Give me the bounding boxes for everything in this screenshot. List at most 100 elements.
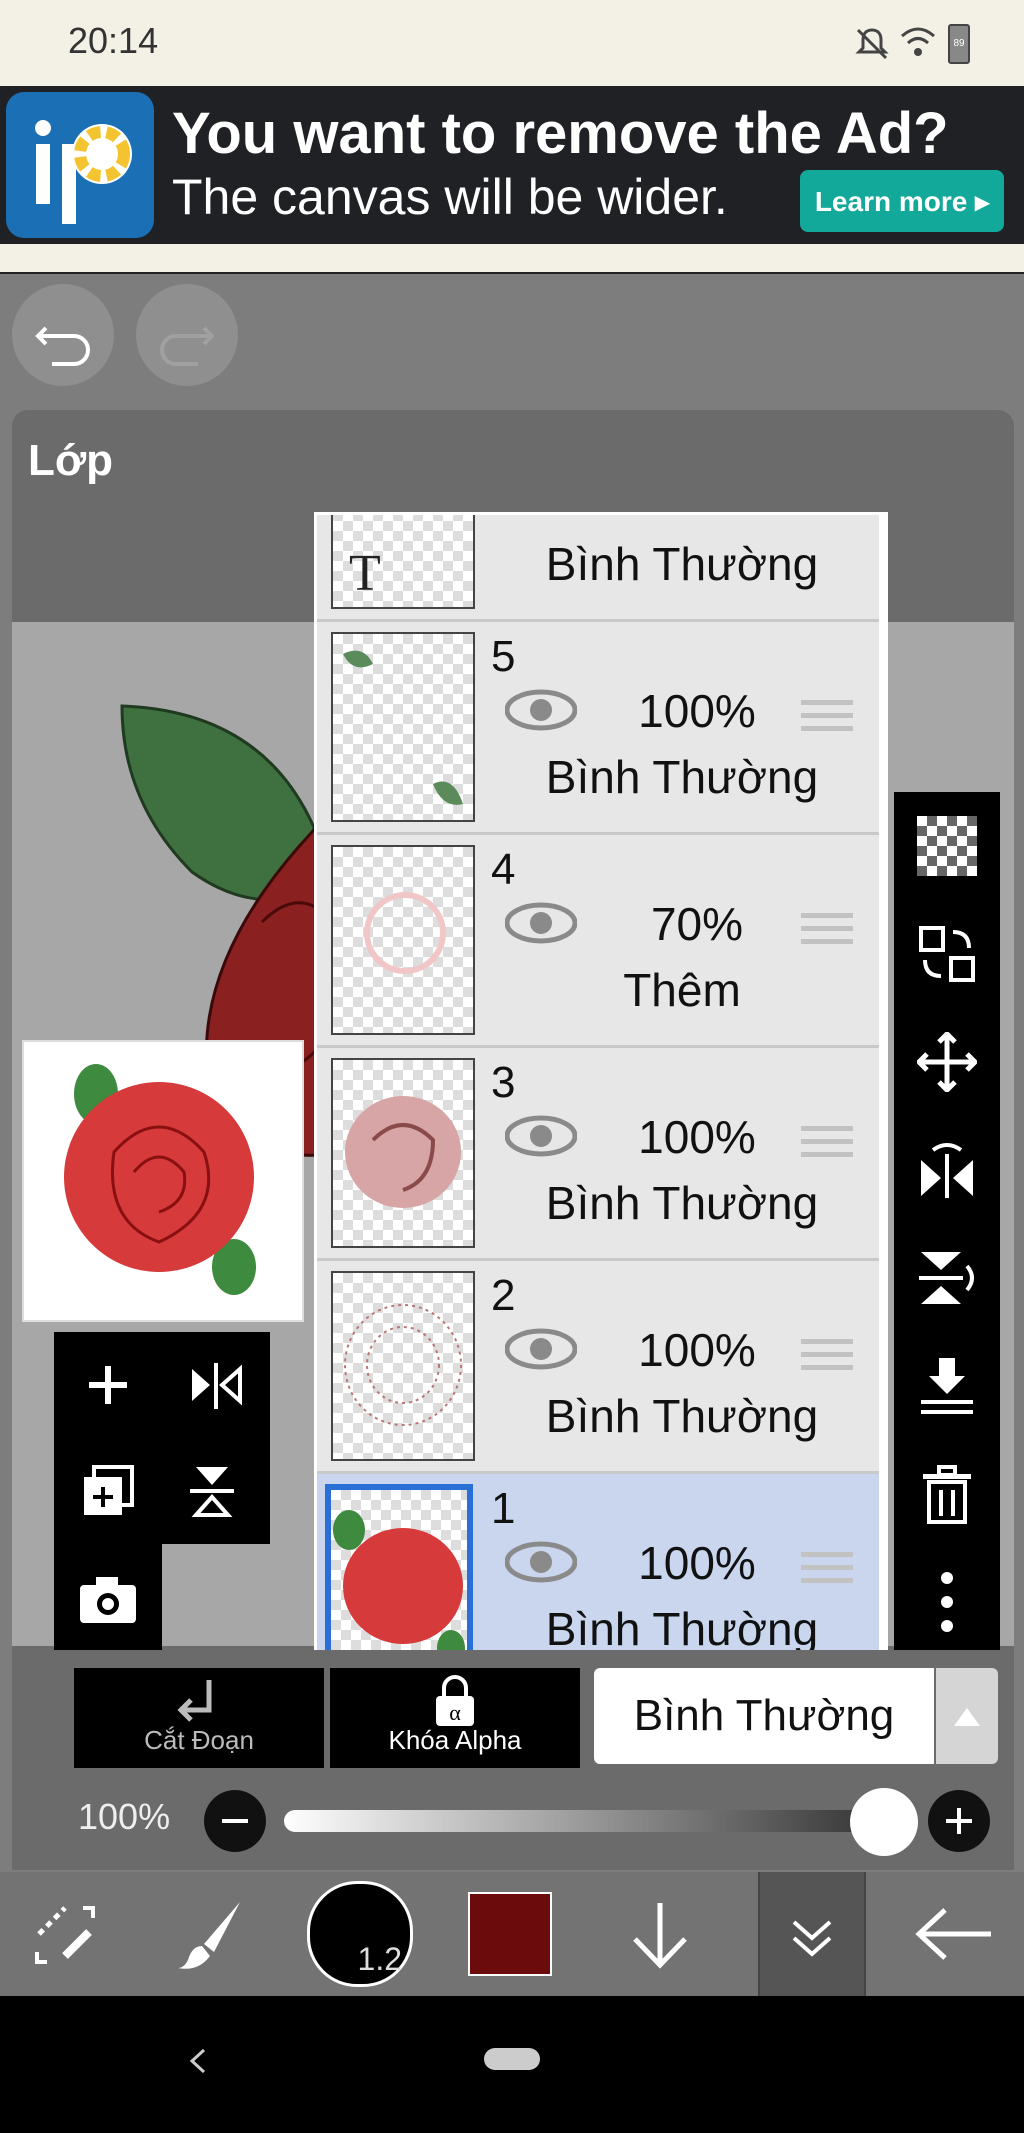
drag-handle-icon[interactable] bbox=[801, 913, 853, 953]
clip-arrow-icon bbox=[177, 1680, 212, 1722]
more-options-button[interactable] bbox=[894, 1548, 1000, 1656]
undo-button[interactable] bbox=[12, 284, 114, 386]
double-chevron-down-icon bbox=[792, 1920, 832, 1957]
layer-blend-mode: Bình Thường bbox=[545, 1603, 819, 1655]
brush-size-value: 1.2 bbox=[357, 1941, 402, 1977]
battery-icon: 89 bbox=[948, 24, 970, 64]
flip-horizontal-button[interactable] bbox=[162, 1332, 270, 1438]
layer-opacity: 100% bbox=[638, 1537, 756, 1589]
move-layer-button[interactable] bbox=[894, 1008, 1000, 1116]
opacity-decrease-button[interactable] bbox=[204, 1790, 266, 1852]
redo-button[interactable] bbox=[136, 284, 238, 386]
layers-panel-button[interactable] bbox=[758, 1872, 866, 1996]
more-vert-icon bbox=[941, 1572, 953, 1632]
layer-number: 4 bbox=[491, 845, 516, 894]
mute-icon bbox=[855, 28, 889, 60]
duplicate-layer-button[interactable] bbox=[54, 1438, 162, 1544]
back-button[interactable] bbox=[900, 1872, 1010, 1996]
flip-vertical-button[interactable] bbox=[162, 1438, 270, 1544]
undo-icon bbox=[35, 326, 90, 366]
visibility-eye-icon[interactable] bbox=[505, 688, 577, 732]
layer-blend-mode: Bình Thường bbox=[545, 1177, 819, 1229]
drag-handle-icon[interactable] bbox=[801, 1126, 853, 1166]
ad-banner[interactable]: You want to remove the Ad? The canvas wi… bbox=[0, 86, 1024, 244]
checker-icon bbox=[917, 816, 977, 876]
layer-opacity: 100% bbox=[607, 515, 787, 525]
ad-spacer bbox=[0, 244, 1024, 274]
layer-row[interactable]: 2 100% Bình Thường bbox=[317, 1261, 879, 1474]
brush-tool-button[interactable] bbox=[150, 1872, 270, 1996]
layer-action-pad bbox=[54, 1332, 270, 1544]
blend-mode-dropdown-button[interactable] bbox=[936, 1668, 998, 1764]
learn-more-button[interactable]: Learn more ▸ bbox=[800, 170, 1004, 232]
merge-down-button[interactable] bbox=[894, 1332, 1000, 1440]
drag-handle-icon[interactable] bbox=[801, 1339, 853, 1379]
brush-icon bbox=[178, 1902, 240, 1969]
visibility-eye-icon[interactable] bbox=[505, 1540, 577, 1584]
transparency-button[interactable] bbox=[894, 792, 1000, 900]
status-bar: 20:14 89 bbox=[0, 0, 1024, 86]
nav-back-icon[interactable] bbox=[188, 2046, 208, 2076]
layer-blend-mode: Bình Thường bbox=[545, 751, 819, 803]
layer-row[interactable]: 4 70% Thêm bbox=[317, 835, 879, 1048]
color-swatch bbox=[468, 1892, 552, 1976]
opacity-value: 100% bbox=[78, 1796, 171, 1837]
canvas-preview-thumbnail[interactable] bbox=[22, 1040, 304, 1322]
ad-headline: You want to remove the Ad? bbox=[172, 101, 949, 166]
layer-number: 5 bbox=[491, 632, 516, 681]
color-picker-button[interactable] bbox=[460, 1872, 560, 1996]
clipping-button[interactable]: Cắt Đoạn bbox=[74, 1668, 324, 1768]
duplicate-icon bbox=[84, 1465, 134, 1515]
layer-opacity: 70% bbox=[650, 898, 744, 950]
layer-row-selected[interactable]: 1 100% Bình Thường bbox=[317, 1474, 879, 1657]
layer-down-button[interactable] bbox=[610, 1872, 710, 1996]
system-nav-bar bbox=[0, 1996, 1024, 2133]
visibility-eye-icon[interactable] bbox=[505, 1327, 577, 1371]
redo-icon bbox=[160, 326, 215, 366]
visibility-eye-icon[interactable] bbox=[505, 901, 577, 945]
delete-layer-button[interactable] bbox=[894, 1440, 1000, 1548]
layer-number: 1 bbox=[491, 1484, 516, 1533]
transform-tool-button[interactable] bbox=[10, 1872, 120, 1996]
layer-opacity: 100% bbox=[638, 685, 756, 737]
rotate-flip-h-button[interactable] bbox=[894, 1116, 1000, 1224]
add-layer-button[interactable] bbox=[54, 1332, 162, 1438]
alpha-lock-button[interactable]: α Khóa Alpha bbox=[330, 1668, 580, 1768]
drag-handle-icon[interactable] bbox=[801, 1552, 853, 1592]
nav-home-pill[interactable] bbox=[484, 2048, 540, 2070]
camera-button[interactable] bbox=[54, 1544, 162, 1656]
arrow-left-icon bbox=[915, 1908, 991, 1960]
drag-handle-icon[interactable] bbox=[801, 700, 853, 740]
layer-thumbnail bbox=[331, 632, 475, 822]
layer-row[interactable]: 3 100% Bình Thường bbox=[317, 1048, 879, 1261]
app-logo-icon bbox=[6, 92, 154, 238]
swap-layers-icon bbox=[919, 926, 975, 982]
layer-right-toolbar bbox=[894, 792, 1000, 1652]
arrow-down-icon bbox=[633, 1903, 687, 1969]
layer-row[interactable]: 5 100% Bình Thường bbox=[317, 622, 879, 835]
layer-thumbnail: T bbox=[331, 515, 475, 609]
merge-down-icon bbox=[921, 1358, 973, 1414]
opacity-increase-button[interactable] bbox=[928, 1790, 990, 1852]
layer-replace-button[interactable] bbox=[894, 900, 1000, 1008]
plus-icon bbox=[89, 1366, 127, 1404]
layer-list[interactable]: T 100% Bình Thường 5 100% Bình Thường 4 … bbox=[314, 512, 888, 1660]
rotate-flip-v-button[interactable] bbox=[894, 1224, 1000, 1332]
panel-title: Lớp bbox=[28, 436, 114, 485]
bottom-toolbar: 1.2 bbox=[0, 1872, 1024, 1996]
trash-icon bbox=[923, 1465, 971, 1524]
flip-horizontal-icon bbox=[192, 1363, 242, 1409]
brush-size-button[interactable]: 1.2 bbox=[300, 1872, 420, 1996]
opacity-slider[interactable] bbox=[284, 1810, 884, 1832]
opacity-slider-knob[interactable] bbox=[850, 1788, 918, 1856]
text-icon: T bbox=[349, 545, 381, 602]
layer-row-text[interactable]: T 100% Bình Thường bbox=[317, 515, 879, 622]
camera-icon bbox=[80, 1577, 136, 1623]
brush-size-indicator: 1.2 bbox=[307, 1881, 413, 1987]
layer-opacity: 100% bbox=[638, 1111, 756, 1163]
ad-subline: The canvas will be wider. bbox=[172, 169, 728, 225]
blend-mode-select[interactable]: Bình Thường bbox=[594, 1668, 934, 1764]
plus-icon bbox=[946, 1808, 972, 1834]
visibility-eye-icon[interactable] bbox=[505, 1114, 577, 1158]
chevron-up-icon bbox=[954, 1708, 980, 1726]
